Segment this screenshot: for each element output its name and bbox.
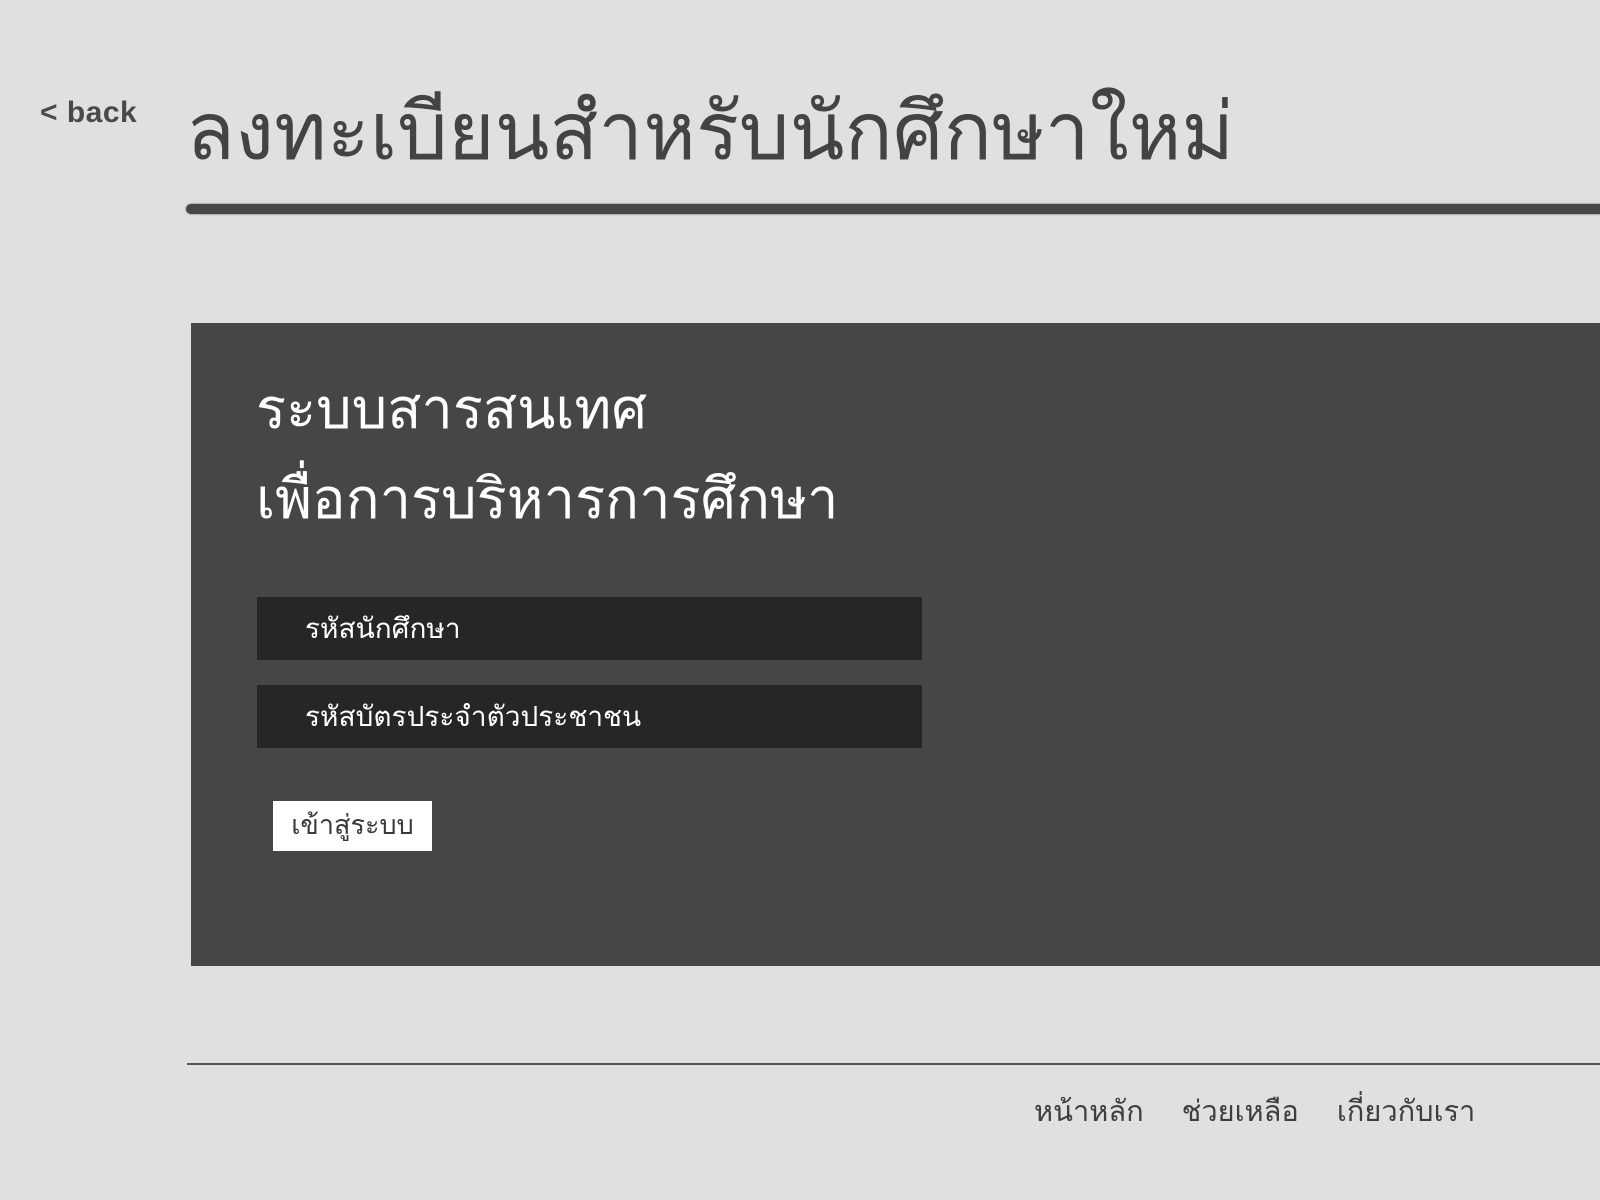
footer-nav: หน้าหลัก ช่วยเหลือ เกี่ยวกับเรา xyxy=(1034,1088,1475,1134)
student-id-input[interactable] xyxy=(257,597,922,660)
footer-divider xyxy=(187,1063,1600,1065)
footer-link-about[interactable]: เกี่ยวกับเรา xyxy=(1337,1088,1476,1134)
back-link[interactable]: < back xyxy=(40,96,137,130)
system-title-line-2: เพื่อการบริหารการศึกษา xyxy=(256,467,839,532)
login-panel: ระบบสารสนเทศ เพื่อการบริหารการศึกษา เข้า… xyxy=(191,323,1600,966)
system-title-line-1: ระบบสารสนเทศ xyxy=(256,377,648,442)
footer-link-home[interactable]: หน้าหลัก xyxy=(1034,1088,1144,1134)
system-title: ระบบสารสนเทศ เพื่อการบริหารการศึกษา xyxy=(256,365,838,545)
footer-link-help[interactable]: ช่วยเหลือ xyxy=(1182,1088,1299,1134)
title-divider xyxy=(186,204,1600,214)
login-button[interactable]: เข้าสู่ระบบ xyxy=(273,801,432,851)
citizen-id-input[interactable] xyxy=(257,685,922,748)
page-title: ลงทะเบียนสำหรับนักศึกษาใหม่ xyxy=(186,85,1235,178)
